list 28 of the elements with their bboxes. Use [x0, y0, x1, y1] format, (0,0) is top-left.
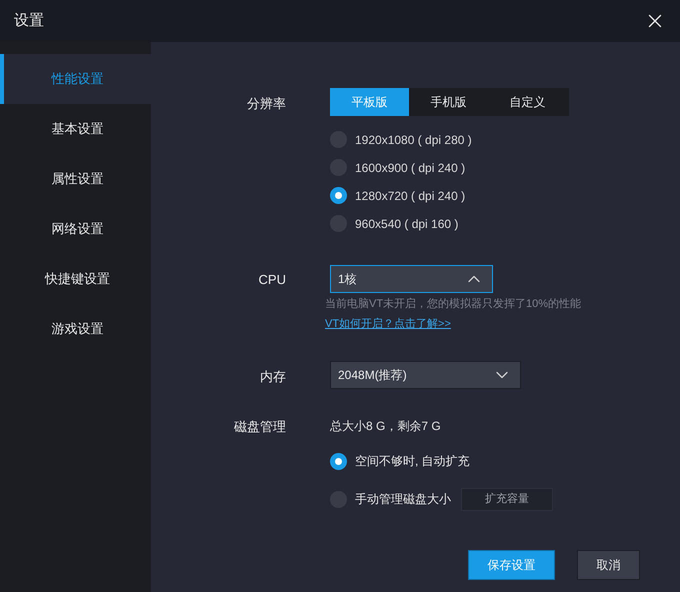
option-label: 1600x900 ( dpi 240 )	[355, 160, 466, 176]
cancel-button[interactable]: 取消	[577, 550, 640, 580]
field-label: CPU	[258, 272, 286, 287]
field-label: 内存	[260, 369, 286, 384]
radio-button[interactable]	[330, 452, 347, 470]
disk-summary: 总大小8 G，剩余7 G	[330, 418, 442, 435]
option-label: 1280x720 ( dpi 240 )	[355, 188, 466, 204]
window-title: 设置	[14, 10, 44, 31]
dropdown[interactable]: 2048M(推荐)	[330, 361, 521, 389]
sidebar-item[interactable]: 快捷键设置	[0, 254, 151, 304]
sidebar-item[interactable]: 性能设置	[0, 54, 151, 104]
dropdown[interactable]: 1核	[330, 265, 493, 293]
sidebar-item[interactable]: 网络设置	[0, 204, 151, 254]
sidebar-item[interactable]: 基本设置	[0, 104, 151, 154]
sidebar-item[interactable]: 游戏设置	[0, 304, 151, 354]
option-label: 960x540 ( dpi 160 )	[355, 216, 458, 232]
help-link[interactable]: VT如何开启？点击了解>>	[325, 316, 451, 332]
radio-button[interactable]	[330, 187, 347, 204]
sidebar-item[interactable]: 属性设置	[0, 154, 151, 204]
field-label: 磁盘管理	[234, 419, 286, 434]
option-label: 空间不够时, 自动扩充	[355, 453, 470, 470]
tab[interactable]: 自定义	[488, 88, 567, 116]
field-label: 分辨率	[247, 96, 286, 111]
expand-capacity-button[interactable]: 扩充容量	[461, 488, 553, 510]
hint-text: 当前电脑VT未开启，您的模拟器只发挥了10%的性能	[325, 296, 582, 312]
option-label: 手动管理磁盘大小	[355, 491, 451, 508]
tab[interactable]: 手机版	[409, 88, 488, 116]
option-label: 1920x1080 ( dpi 280 )	[355, 132, 472, 148]
